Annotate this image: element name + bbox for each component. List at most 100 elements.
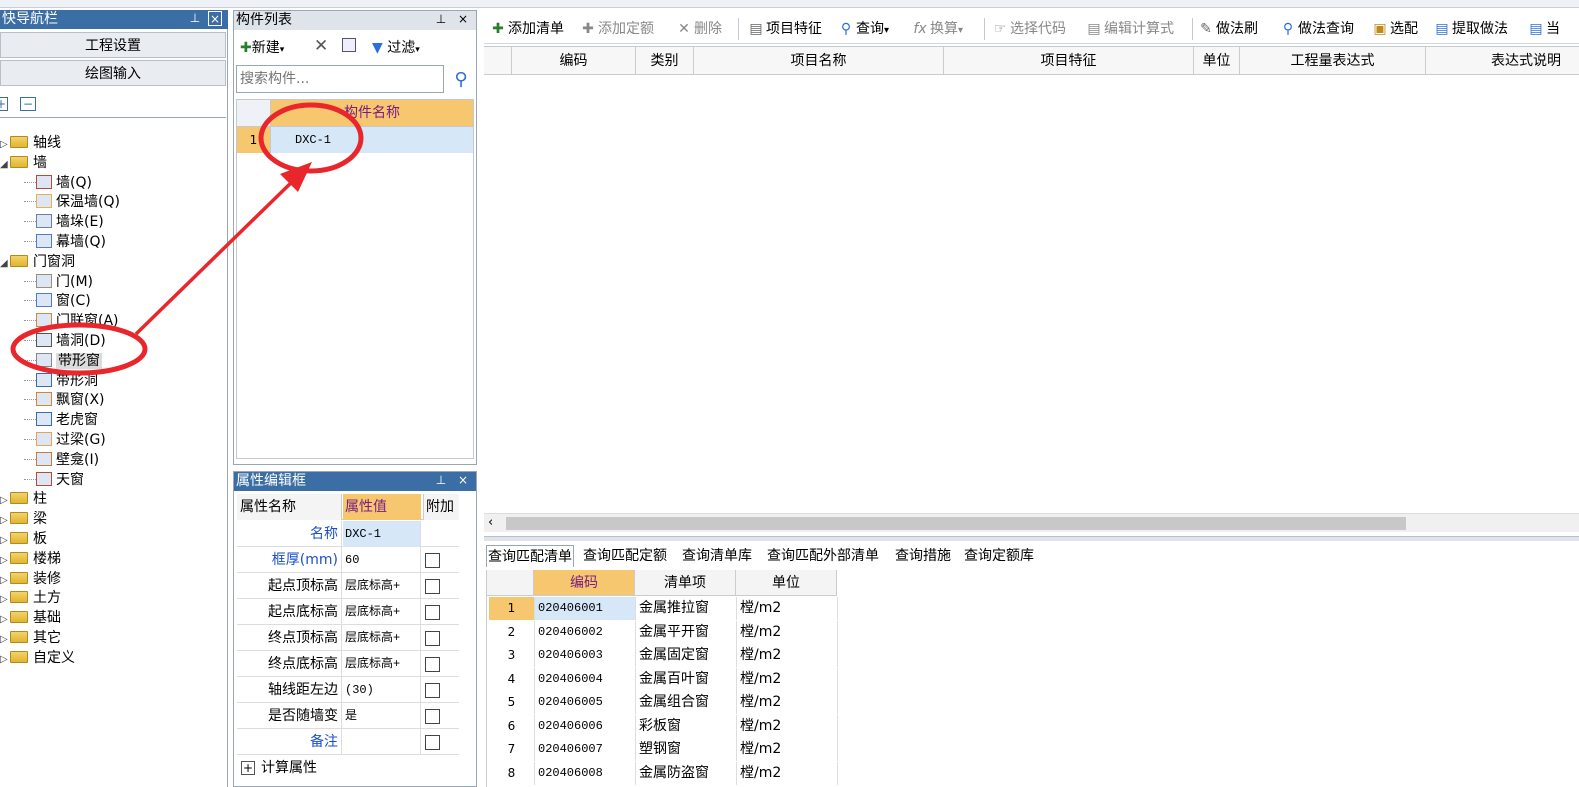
search-icon[interactable]: ⚲ xyxy=(448,67,474,93)
match-unit-cell[interactable]: 樘/m2 xyxy=(737,761,838,785)
property-value[interactable]: DXC-1 xyxy=(343,521,421,547)
match-code-cell[interactable]: 020406004 xyxy=(535,667,636,691)
collapse-all-icon[interactable]: − xyxy=(20,97,36,111)
match-unit-cell[interactable]: 樘/m2 xyxy=(737,644,838,667)
add-quota-button[interactable]: ✚ 添加定额 xyxy=(580,18,654,40)
delete-icon[interactable]: ✕ xyxy=(314,36,328,56)
match-unit-cell[interactable]: 樘/m2 xyxy=(737,620,838,644)
property-row[interactable]: 框厚(mm) 60 xyxy=(237,547,459,573)
edit-formula-button[interactable]: ▤ 编辑计算式 xyxy=(1086,18,1174,40)
match-item-cell[interactable]: 塑钢窗 xyxy=(636,738,737,761)
match-item-cell[interactable]: 金属防盗窗 xyxy=(636,761,737,785)
tree-leaf-item[interactable]: 老虎窗 xyxy=(24,410,98,430)
close-icon[interactable]: × xyxy=(456,473,470,488)
project-settings-button[interactable]: 工程设置 xyxy=(0,32,226,58)
match-code-cell[interactable]: 020406001 xyxy=(535,597,636,620)
property-row[interactable]: 备注 xyxy=(237,729,459,755)
match-table-row[interactable]: 7 020406007 塑钢窗 樘/m2 xyxy=(489,738,838,761)
col-quantity-expr[interactable]: 工程量表达式 xyxy=(1240,47,1426,75)
tree-folder-item[interactable]: ▷ 柱 xyxy=(0,489,47,509)
tree-folder-item[interactable]: ▷ 基础 xyxy=(0,608,61,628)
component-row[interactable]: 1 DXC-1 xyxy=(237,127,473,153)
match-table-row[interactable]: 1 020406001 金属推拉窗 樘/m2 xyxy=(489,597,838,620)
match-item-cell[interactable]: 彩板窗 xyxy=(636,714,737,738)
tree-folder-item[interactable]: ▷ 其它 xyxy=(0,628,61,648)
tree-leaf-item[interactable]: 保温墙(Q) xyxy=(24,192,120,212)
extract-method-button[interactable]: ▤ 提取做法 xyxy=(1434,18,1508,40)
col-category[interactable]: 类别 xyxy=(636,47,694,75)
tree-leaf-item[interactable]: 墙(Q) xyxy=(24,173,92,193)
current-button[interactable]: ▤ 当 xyxy=(1528,18,1560,40)
match-unit-cell[interactable]: 樘/m2 xyxy=(737,714,838,738)
bottom-tab[interactable]: 查询定额库 xyxy=(964,545,1034,567)
property-row[interactable]: 起点顶标高 层底标高+ xyxy=(237,573,459,599)
method-query-button[interactable]: ⚲ 做法查询 xyxy=(1280,18,1354,40)
collapse-arrow-icon[interactable]: ◢ xyxy=(0,155,10,175)
match-table-row[interactable]: 4 020406004 金属百叶窗 樘/m2 xyxy=(489,667,838,691)
match-code-cell[interactable]: 020406007 xyxy=(535,738,636,761)
tree-folder-item[interactable]: ◢ 门窗洞 xyxy=(0,252,75,272)
property-value[interactable]: 层底标高+ xyxy=(343,651,421,677)
bottom-tab[interactable]: 查询匹配清单 xyxy=(486,545,574,567)
match-table-row[interactable]: 8 020406008 金属防盗窗 樘/m2 xyxy=(489,761,838,785)
match-item-cell[interactable]: 金属平开窗 xyxy=(636,620,737,644)
match-item-cell[interactable]: 金属百叶窗 xyxy=(636,667,737,691)
item-feature-button[interactable]: ▤ 项目特征 xyxy=(748,18,822,40)
match-unit-cell[interactable]: 樘/m2 xyxy=(737,738,838,761)
component-name-header[interactable]: 构件名称 xyxy=(271,100,473,127)
match-table-row[interactable]: 3 020406003 金属固定窗 樘/m2 xyxy=(489,644,838,667)
property-row[interactable]: 终点底标高 层底标高+ xyxy=(237,651,459,677)
match-code-cell[interactable]: 020406003 xyxy=(535,644,636,667)
tree-folder-item[interactable]: ▷ 板 xyxy=(0,529,47,549)
match-item-cell[interactable]: 金属组合窗 xyxy=(636,691,737,714)
tree-leaf-item[interactable]: 带形窗 xyxy=(24,351,102,371)
bottom-tab[interactable]: 查询措施 xyxy=(895,545,951,567)
property-value[interactable]: 层底标高+ xyxy=(343,599,421,625)
property-extra-checkbox[interactable] xyxy=(425,683,440,698)
close-icon[interactable]: × xyxy=(456,12,470,27)
property-value[interactable]: 60 xyxy=(343,547,421,573)
tree-leaf-item[interactable]: 飘窗(X) xyxy=(24,390,105,410)
property-row[interactable]: 终点顶标高 层底标高+ xyxy=(237,625,459,651)
match-unit-cell[interactable]: 樘/m2 xyxy=(737,597,838,620)
match-code-cell[interactable]: 020406002 xyxy=(535,620,636,644)
col-expr-desc[interactable]: 表达式说明 xyxy=(1426,47,1579,75)
pin-icon[interactable]: ⊥ xyxy=(434,473,448,488)
tree-folder-item[interactable]: ▷ 梁 xyxy=(0,509,47,529)
expand-all-icon[interactable]: + xyxy=(0,97,8,111)
copy-icon[interactable] xyxy=(342,38,356,52)
property-extra-checkbox[interactable] xyxy=(425,631,440,646)
property-row[interactable]: 轴线距左边 (30) xyxy=(237,677,459,703)
property-extra-checkbox[interactable] xyxy=(425,735,440,750)
expand-arrow-icon[interactable]: ▷ xyxy=(0,650,10,670)
tree-leaf-item[interactable]: 带形洞 xyxy=(24,371,98,391)
collapse-arrow-icon[interactable]: ◢ xyxy=(0,254,10,274)
convert-button[interactable]: fx 换算▾ xyxy=(912,18,963,40)
property-row[interactable]: 名称 DXC-1 xyxy=(237,521,459,547)
tree-folder-item[interactable]: ▷ 自定义 xyxy=(0,648,75,668)
property-value[interactable] xyxy=(343,729,421,755)
new-button[interactable]: ✚新建▾ xyxy=(240,37,284,57)
match-code-cell[interactable]: 020406008 xyxy=(535,761,636,785)
tree-folder-item[interactable]: ▷ 楼梯 xyxy=(0,549,61,569)
method-brush-button[interactable]: ✎ 做法刷 xyxy=(1198,18,1258,40)
bottom-tab[interactable]: 查询清单库 xyxy=(682,545,752,567)
match-col-unit[interactable]: 单位 xyxy=(736,570,837,596)
match-item-cell[interactable]: 金属固定窗 xyxy=(636,644,737,667)
tree-leaf-item[interactable]: 天窗 xyxy=(24,470,84,490)
drawing-input-button[interactable]: 绘图输入 xyxy=(0,60,226,86)
match-code-cell[interactable]: 020406005 xyxy=(535,691,636,714)
property-value[interactable]: (30) xyxy=(343,677,421,703)
property-extra-checkbox[interactable] xyxy=(425,579,440,594)
tree-leaf-item[interactable]: 门联窗(A) xyxy=(24,311,119,331)
delete-button[interactable]: ✕ 删除 xyxy=(676,18,722,40)
calc-properties-group[interactable]: + 计算属性 xyxy=(237,755,459,781)
horizontal-scrollbar[interactable]: ‹ xyxy=(484,513,1579,532)
component-name-cell[interactable]: DXC-1 xyxy=(271,127,473,153)
pin-icon[interactable]: ⊥ xyxy=(188,11,202,26)
tree-leaf-item[interactable]: 壁龛(I) xyxy=(24,450,99,470)
tree-folder-item[interactable]: ◢ 墙 xyxy=(0,153,47,173)
match-table-row[interactable]: 2 020406002 金属平开窗 樘/m2 xyxy=(489,620,838,644)
pin-icon[interactable]: ⊥ xyxy=(434,12,448,27)
scroll-left-icon[interactable]: ‹ xyxy=(488,514,493,532)
